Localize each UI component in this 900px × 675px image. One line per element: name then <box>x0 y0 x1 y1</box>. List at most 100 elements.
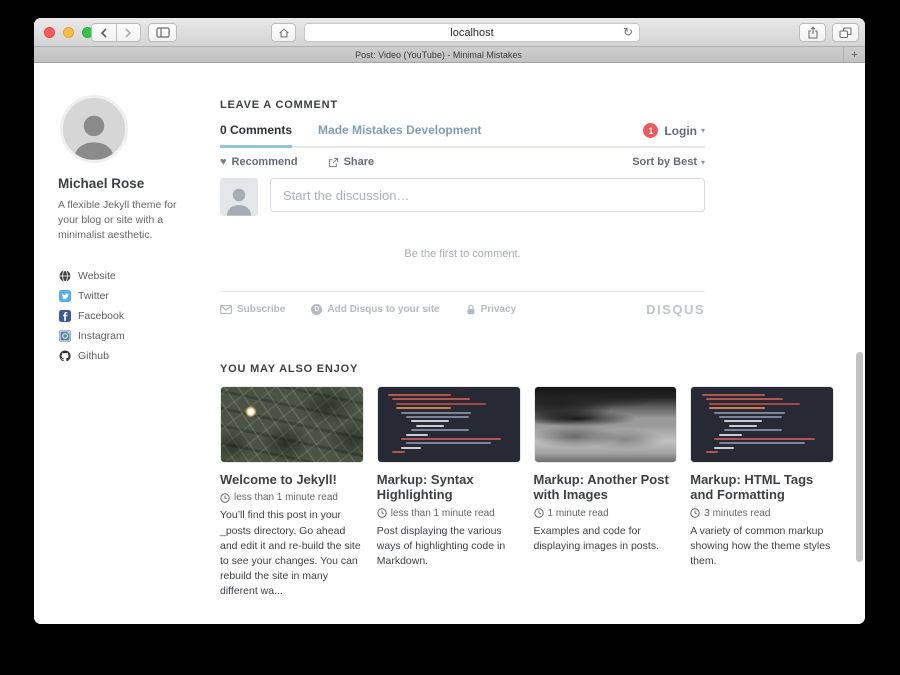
forward-button[interactable] <box>116 23 142 42</box>
guest-avatar <box>220 178 258 216</box>
vertical-scrollbar-thumb[interactable] <box>856 352 863 562</box>
person-silhouette-icon <box>66 108 122 160</box>
close-window-button[interactable] <box>44 27 55 38</box>
login-control[interactable]: 1 Login ▾ <box>643 123 705 138</box>
chevron-right-icon <box>124 28 132 38</box>
teaser-image-code-editor <box>690 386 834 463</box>
back-button[interactable] <box>91 23 116 42</box>
home-button[interactable] <box>271 23 296 42</box>
card-excerpt: You’ll find this post in your _posts dir… <box>220 508 364 599</box>
disqus-d-icon: D <box>311 304 322 315</box>
privacy-link[interactable]: Privacy <box>466 304 517 315</box>
author-sidebar: Michael Rose A flexible Jekyll theme for… <box>58 95 210 366</box>
disqus-logo[interactable]: DISQUS <box>646 302 705 317</box>
privacy-label: Privacy <box>481 304 517 315</box>
lock-icon <box>466 304 476 315</box>
sidebar-toggle-button[interactable] <box>148 23 177 42</box>
reload-icon[interactable]: ↻ <box>623 25 633 39</box>
heart-icon: ♥ <box>220 156 227 168</box>
clock-icon <box>220 493 230 503</box>
read-time-text: 1 minute read <box>548 508 609 519</box>
related-card[interactable]: Welcome to Jekyll! less than 1 minute re… <box>220 386 364 600</box>
related-card[interactable]: Markup: Another Post with Images 1 minut… <box>534 386 678 600</box>
globe-icon <box>58 269 71 282</box>
chevron-down-icon: ▾ <box>701 158 705 167</box>
sidebar-item-website[interactable]: Website <box>58 266 210 286</box>
card-title[interactable]: Welcome to Jekyll! <box>220 472 364 487</box>
sidebar-item-twitter[interactable]: Twitter <box>58 286 210 306</box>
card-title[interactable]: Markup: Syntax Highlighting <box>377 472 521 503</box>
share-label: Share <box>344 156 375 168</box>
author-bio: A flexible Jekyll theme for your blog or… <box>58 198 194 244</box>
share-box-icon <box>328 157 339 168</box>
disqus-tab-bar: 0 Comments Made Mistakes Development 1 L… <box>220 123 705 148</box>
sidebar-icon <box>156 27 170 38</box>
recommend-button[interactable]: ♥ Recommend <box>220 156 298 168</box>
teaser-image-green-abstract <box>220 386 364 463</box>
sidebar-item-label: Website <box>78 270 116 282</box>
tab-bar: Post: Video (YouTube) - Minimal Mistakes… <box>34 47 865 63</box>
sort-by-dropdown[interactable]: Sort by Best ▾ <box>627 156 705 168</box>
related-card[interactable]: Markup: Syntax Highlighting less than 1 … <box>377 386 521 600</box>
url-text: localhost <box>450 27 493 39</box>
teaser-image-foggy-tree <box>534 386 678 463</box>
twitter-icon <box>58 289 71 302</box>
card-excerpt: Examples and code for displaying images … <box>534 524 678 554</box>
tabs-overview-icon <box>839 27 852 39</box>
read-time-text: less than 1 minute read <box>391 508 495 519</box>
comments-heading: LEAVE A COMMENT <box>220 99 338 111</box>
address-bar[interactable]: localhost ↻ <box>304 23 640 42</box>
card-read-time: 3 minutes read <box>690 508 834 519</box>
read-time-text: less than 1 minute read <box>234 492 338 503</box>
sidebar-item-label: Instagram <box>78 330 125 342</box>
sidebar-item-label: Facebook <box>78 310 124 322</box>
read-time-text: 3 minutes read <box>704 508 770 519</box>
screenshot-stage: localhost ↻ Post: Video (YouTube) - Mini… <box>0 0 900 675</box>
person-silhouette-icon <box>222 184 256 216</box>
add-disqus-label: Add Disqus to your site <box>327 304 439 315</box>
author-name: Michael Rose <box>58 176 210 191</box>
home-icon <box>278 27 290 39</box>
disqus-footer: Subscribe D Add Disqus to your site Priv… <box>220 302 705 317</box>
divider <box>220 291 705 292</box>
related-card[interactable]: Markup: HTML Tags and Formatting 3 minut… <box>690 386 834 600</box>
share-thread-button[interactable]: Share <box>328 156 375 168</box>
sidebar-item-facebook[interactable]: Facebook <box>58 306 210 326</box>
facebook-icon <box>58 309 71 322</box>
chevron-down-icon: ▾ <box>701 126 705 135</box>
clock-icon <box>534 508 544 518</box>
subscribe-label: Subscribe <box>237 304 285 315</box>
add-disqus-link[interactable]: D Add Disqus to your site <box>311 304 439 315</box>
minimize-window-button[interactable] <box>63 27 74 38</box>
envelope-icon <box>220 305 232 314</box>
clock-icon <box>690 508 700 518</box>
clock-icon <box>377 508 387 518</box>
author-avatar <box>60 95 128 163</box>
sort-label: Sort by Best <box>632 156 697 168</box>
card-title[interactable]: Markup: HTML Tags and Formatting <box>690 472 834 503</box>
related-heading: YOU MAY ALSO ENJOY <box>220 363 834 375</box>
browser-titlebar: localhost ↻ <box>34 18 865 47</box>
card-excerpt: Post displaying the various ways of high… <box>377 524 521 570</box>
subscribe-link[interactable]: Subscribe <box>220 304 285 315</box>
chevron-left-icon <box>100 28 108 38</box>
history-nav-group <box>91 23 141 42</box>
card-read-time: less than 1 minute read <box>377 508 521 519</box>
show-tabs-button[interactable] <box>832 23 859 42</box>
share-button[interactable] <box>799 23 826 42</box>
disqus-actions-row: ♥ Recommend Share Sort by Best ▾ <box>220 156 705 168</box>
new-tab-button[interactable]: + <box>843 47 865 62</box>
tab-comment-count[interactable]: 0 Comments <box>220 123 292 148</box>
active-tab[interactable]: Post: Video (YouTube) - Minimal Mistakes <box>34 50 843 60</box>
tab-community-link[interactable]: Made Mistakes Development <box>318 123 481 137</box>
author-links: Website Twitter Facebook <box>58 266 210 366</box>
comment-input[interactable] <box>270 178 705 212</box>
sidebar-item-label: Twitter <box>78 290 109 302</box>
comment-compose-row <box>220 178 705 216</box>
sidebar-item-github[interactable]: Github <box>58 346 210 366</box>
card-read-time: 1 minute read <box>534 508 678 519</box>
related-posts-section: YOU MAY ALSO ENJOY Welcome to Jekyll! le… <box>220 363 834 600</box>
card-title[interactable]: Markup: Another Post with Images <box>534 472 678 503</box>
sidebar-item-instagram[interactable]: Instagram <box>58 326 210 346</box>
page-content: Michael Rose A flexible Jekyll theme for… <box>34 63 865 624</box>
